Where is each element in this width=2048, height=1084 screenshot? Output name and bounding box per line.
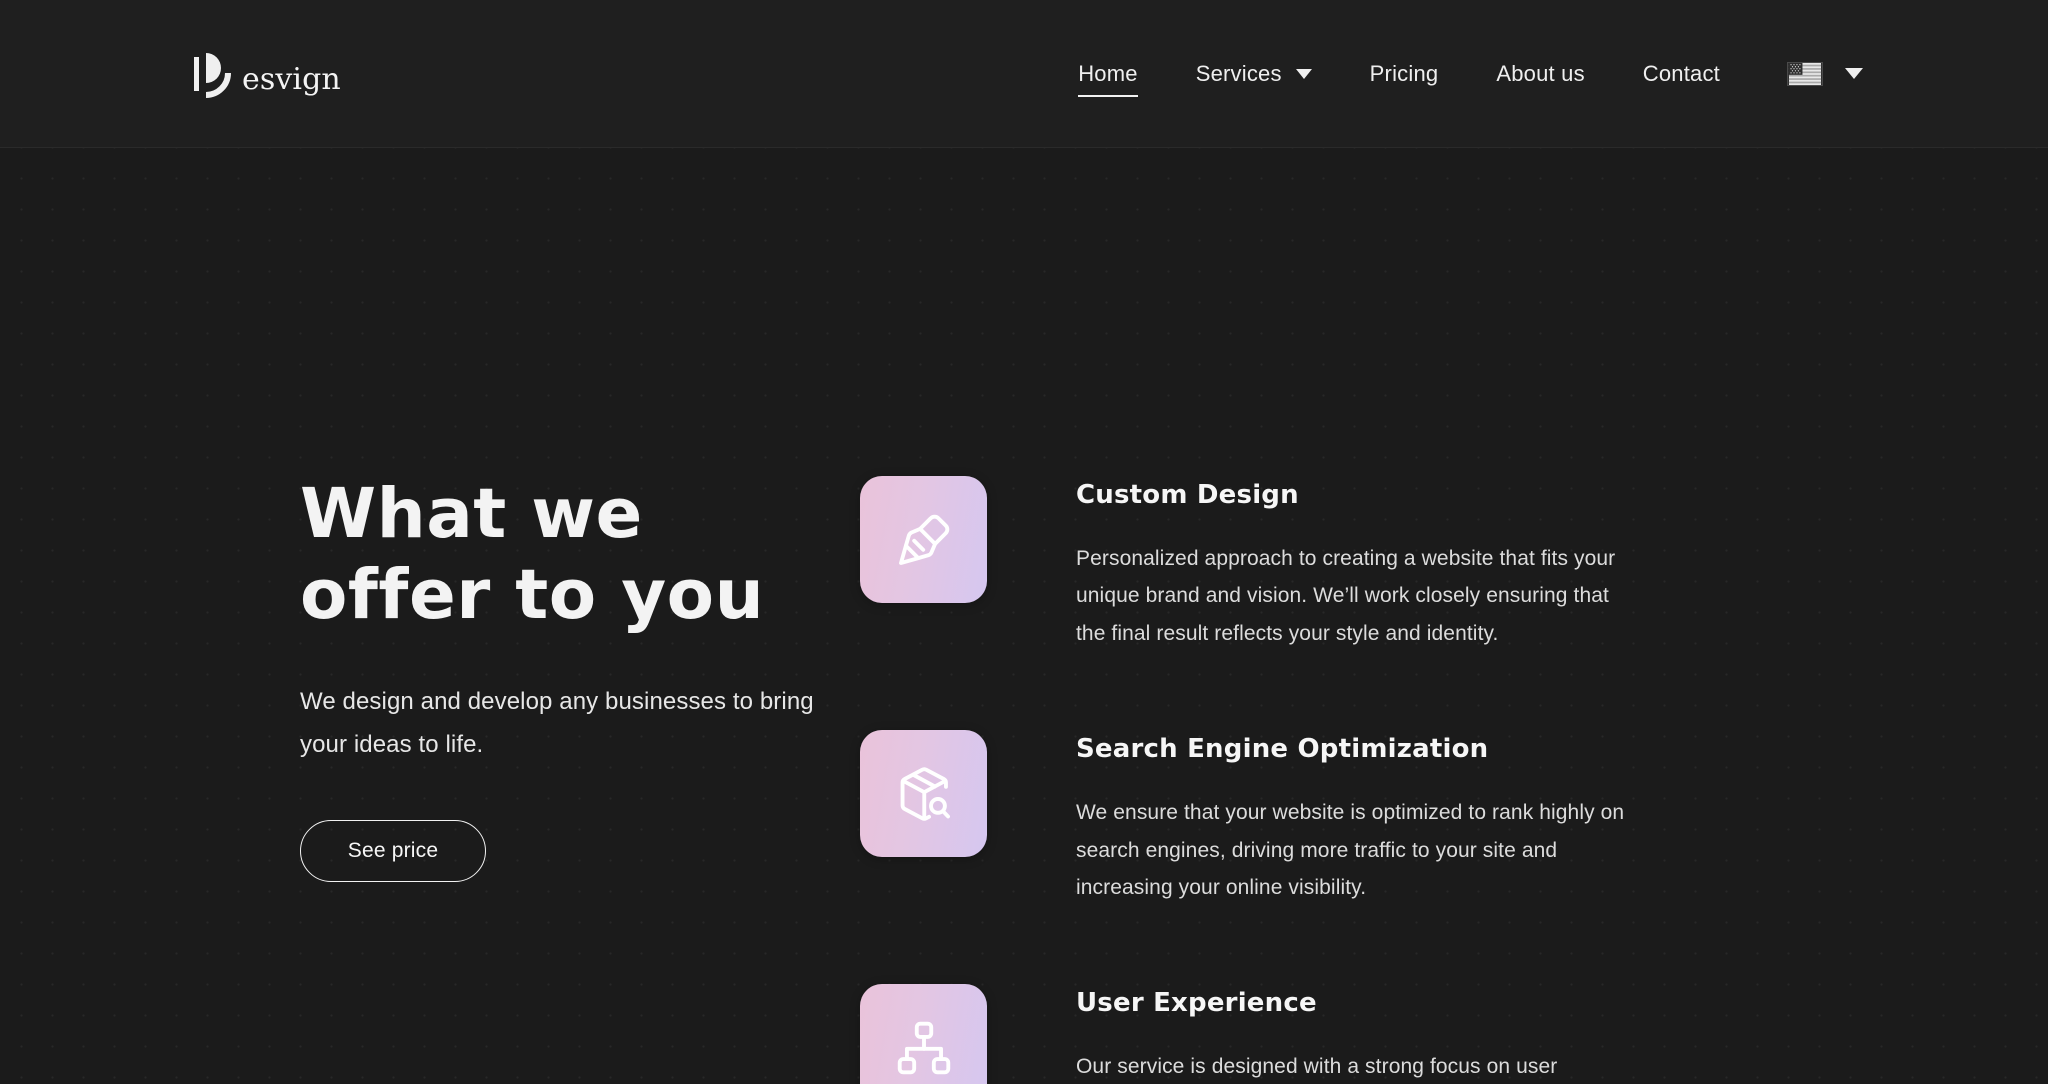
nav-item-pricing-label: Pricing (1369, 60, 1439, 86)
feature-text-block: Custom Design Personalized approach to c… (1076, 476, 1636, 652)
feature-icon-tile (860, 730, 987, 858)
language-switcher[interactable] (1787, 61, 1863, 86)
package-search-icon (900, 766, 950, 821)
us-flag-icon (1787, 61, 1823, 86)
feature-description: Our service is designed with a strong fo… (1076, 1055, 1558, 1079)
feature-item-custom-design: Custom Design Personalized approach to c… (860, 476, 1636, 652)
see-price-button[interactable]: See price (300, 820, 486, 883)
chevron-down-icon (1295, 68, 1312, 79)
desvign-d-logo-icon (194, 52, 231, 98)
nav-item-pricing[interactable]: Pricing (1341, 61, 1468, 87)
feature-icon-tile (860, 476, 987, 603)
nav-item-contact-label: Contact (1642, 60, 1720, 86)
nav-item-home-label: Home (1078, 60, 1138, 97)
paintbrush-icon (898, 514, 949, 565)
nav-item-contact[interactable]: Contact (1614, 61, 1749, 87)
main-navigation: Home Services Pricing About us Contact (1049, 60, 1863, 97)
feature-title: Custom Design (1076, 480, 1299, 510)
main-content: What we offer to you We design and devel… (0, 148, 2048, 1084)
features-list: Custom Design Personalized approach to c… (860, 306, 1636, 1084)
nav-item-services-label: Services (1195, 60, 1282, 86)
brand-logo[interactable]: esvign (192, 43, 341, 105)
feature-text-block: Search Engine Optimization We ensure tha… (1076, 730, 1636, 906)
page-title: What we offer to you (300, 474, 765, 636)
feature-title: User Experience (1076, 988, 1317, 1019)
nav-item-about-us-label: About us (1496, 60, 1585, 86)
sitemap-hierarchy-icon (897, 1021, 950, 1074)
feature-description: We ensure that your website is optimized… (1076, 801, 1625, 899)
feature-icon-tile (860, 984, 987, 1084)
nav-item-services[interactable]: Services (1167, 61, 1341, 87)
site-header: esvign Home Services Pricing About us Co… (0, 0, 2048, 148)
feature-item-user-experience: User Experience Our service is designed … (860, 984, 1636, 1084)
nav-item-about-us[interactable]: About us (1467, 61, 1613, 87)
feature-title: Search Engine Optimization (1076, 734, 1489, 765)
feature-description: Personalized approach to creating a webs… (1076, 547, 1616, 645)
hero-section: What we offer to you We design and devel… (0, 306, 860, 1084)
feature-item-seo: Search Engine Optimization We ensure tha… (860, 730, 1636, 906)
feature-text-block: User Experience Our service is designed … (1076, 984, 1636, 1084)
language-chevron-down-icon (1845, 68, 1863, 79)
landing-page: esvign Home Services Pricing About us Co… (0, 0, 2048, 1084)
nav-item-home[interactable]: Home (1049, 60, 1167, 97)
brand-name: esvign (242, 61, 341, 97)
hero-subtitle: We design and develop any businesses to … (300, 687, 814, 758)
